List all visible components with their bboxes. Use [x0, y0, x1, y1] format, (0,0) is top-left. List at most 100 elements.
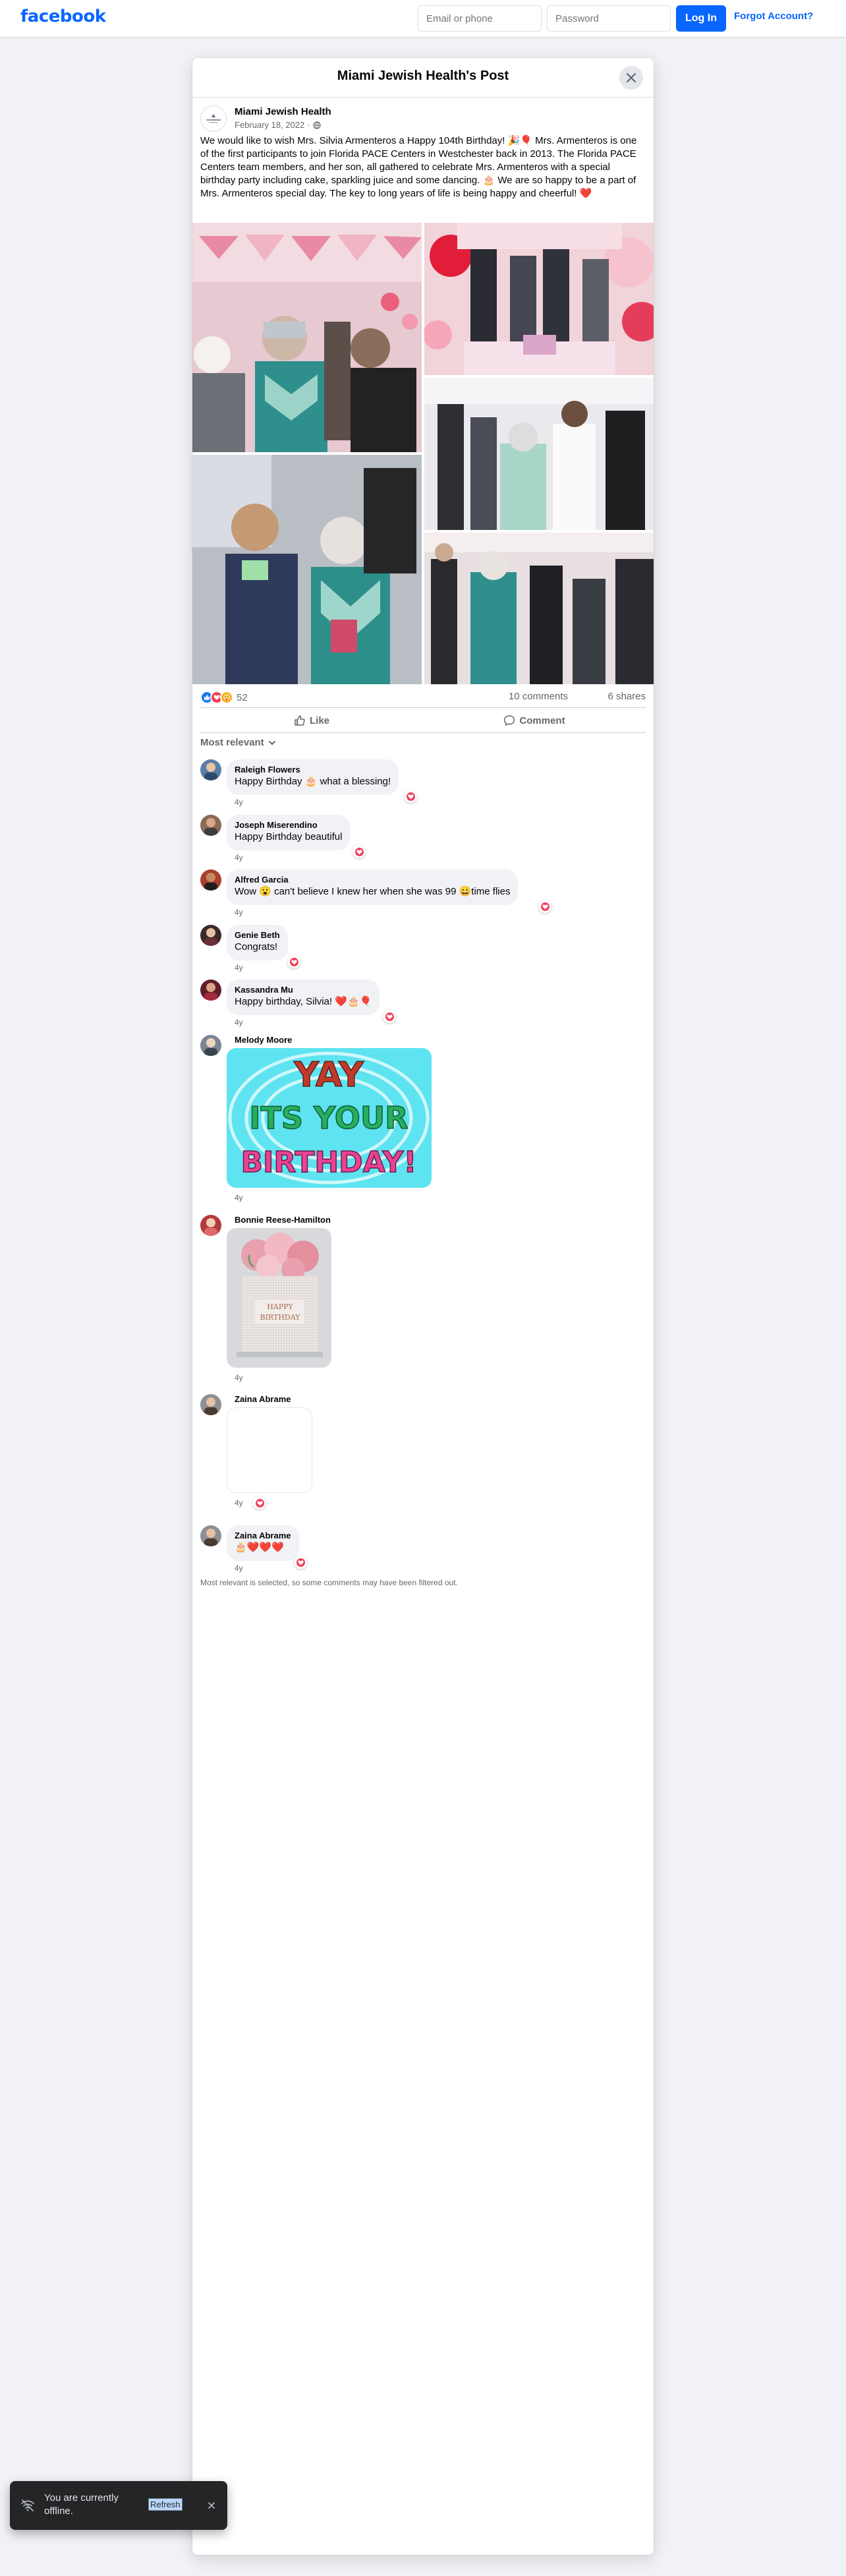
close-icon: [627, 73, 636, 82]
comment-item: Genie Beth Congrats! 4y: [200, 925, 635, 972]
forgot-account-link[interactable]: Forgot Account?: [734, 11, 813, 22]
comment-button[interactable]: Comment: [423, 709, 646, 732]
comment-author[interactable]: Alfred Garcia: [235, 875, 510, 885]
password-field[interactable]: [547, 5, 671, 32]
comment-author[interactable]: Zaina Abrame: [235, 1531, 291, 1541]
heart-reaction-icon[interactable]: [404, 790, 417, 803]
avatar[interactable]: [200, 869, 221, 891]
chevron-down-icon: [268, 740, 275, 745]
comment-sticker[interactable]: [227, 1407, 312, 1493]
comment-sort-dropdown[interactable]: Most relevant: [200, 737, 276, 748]
post-date[interactable]: February 18, 2022: [235, 120, 304, 130]
offline-message: You are currently offline.: [44, 2492, 119, 2517]
close-button[interactable]: [619, 66, 643, 90]
comment-bubble: Alfred Garcia Wow 😮 can't believe I knew…: [227, 869, 519, 905]
toast-close-button[interactable]: [204, 2498, 219, 2513]
comment-text: Happy Birthday 🎂 what a blessing!: [235, 776, 391, 787]
comment-bubble: Kassandra Mu Happy birthday, Silvia! ❤️🎂…: [227, 980, 380, 1015]
avatar[interactable]: [200, 925, 221, 946]
close-icon: [208, 2502, 215, 2509]
cake-image[interactable]: HAPPY BIRTHDAY: [227, 1228, 331, 1368]
comment-text: Happy Birthday beautiful: [235, 831, 343, 842]
login-button[interactable]: Log In: [676, 5, 726, 32]
photo-1[interactable]: [192, 223, 422, 452]
post-meta: February 18, 2022 ·: [235, 120, 321, 130]
comment-author[interactable]: Raleigh Flowers: [235, 765, 391, 775]
comment-bubble: Joseph Miserendino Happy Birthday beauti…: [227, 815, 351, 850]
comment-author[interactable]: Joseph Miserendino: [235, 820, 342, 831]
avatar[interactable]: [200, 980, 221, 1001]
avatar[interactable]: [200, 759, 221, 780]
comment-author[interactable]: Melody Moore: [227, 1035, 292, 1045]
dialog-header: Miami Jewish Health's Post: [192, 58, 654, 98]
comment-time[interactable]: 4y: [235, 1564, 243, 1573]
photo-3[interactable]: [424, 378, 654, 530]
comment-item: Zaina Abrame 🎂❤️❤️❤️ 4y: [200, 1525, 635, 1573]
post-dialog: Miami Jewish Health's Post Miami Jewish …: [192, 58, 654, 2555]
comment-author[interactable]: Kassandra Mu: [235, 985, 372, 995]
share-count[interactable]: 6 shares: [607, 691, 646, 702]
avatar[interactable]: [200, 1525, 221, 1546]
comment-text: Happy birthday, Silvia! ❤️🎂🎈: [235, 996, 372, 1007]
comment-text: Congrats!: [235, 941, 278, 952]
comment-time[interactable]: 4y: [235, 1018, 243, 1027]
heart-reaction-icon[interactable]: [253, 1496, 266, 1509]
heart-reaction-icon[interactable]: [383, 1010, 396, 1023]
reaction-count: 52: [237, 691, 248, 703]
like-label: Like: [309, 715, 329, 726]
birthday-gif-image: YAY ITS YOUR BIRTHDAY!: [227, 1048, 432, 1188]
comment-bubble: Zaina Abrame 🎂❤️❤️❤️: [227, 1525, 299, 1561]
comment-author[interactable]: Genie Beth: [235, 930, 280, 941]
avatar[interactable]: [200, 815, 221, 836]
wifi-off-icon: [21, 2500, 34, 2511]
comment-author[interactable]: Bonnie Reese-Hamilton: [227, 1215, 331, 1225]
avatar[interactable]: [200, 1215, 221, 1236]
comment-count[interactable]: 10 comments: [509, 691, 568, 702]
page-name[interactable]: Miami Jewish Health: [235, 106, 331, 117]
photo-5-image: [424, 533, 654, 684]
thumbs-up-icon: [295, 715, 305, 726]
comment-item: Raleigh Flowers Happy Birthday 🎂 what a …: [200, 759, 635, 807]
post-actions: Like Comment: [200, 709, 646, 733]
comment-icon: [504, 715, 515, 726]
page-avatar[interactable]: [200, 105, 227, 132]
photo-5[interactable]: [424, 533, 654, 684]
comment-label: Comment: [519, 715, 565, 726]
meta-dot: ·: [307, 120, 310, 130]
heart-reaction-icon[interactable]: [352, 845, 366, 858]
gif-line-1: YAY: [293, 1055, 364, 1095]
refresh-button[interactable]: Refresh: [148, 2498, 183, 2511]
comment-time[interactable]: 4y: [235, 908, 243, 917]
offline-toast: You are currently offline. Refresh: [10, 2481, 227, 2530]
like-button[interactable]: Like: [200, 709, 423, 732]
avatar[interactable]: [200, 1394, 221, 1415]
cake-text-1: HAPPY: [267, 1303, 293, 1311]
comment-time[interactable]: 4y: [235, 963, 243, 972]
comment-item: Alfred Garcia Wow 😮 can't believe I knew…: [200, 869, 635, 917]
email-field[interactable]: [418, 5, 542, 32]
reaction-summary[interactable]: 52: [200, 691, 248, 704]
comment-time[interactable]: 4y: [235, 1193, 243, 1202]
comment-author[interactable]: Zaina Abrame: [227, 1394, 291, 1404]
globe-icon: [312, 121, 321, 129]
comment-text: 🎂❤️❤️❤️: [235, 1542, 284, 1553]
comment-item: Bonnie Reese-Hamilton HAPPY BIRTHDAY 4y: [200, 1215, 635, 1385]
facebook-logo[interactable]: facebook: [20, 7, 106, 26]
heart-reaction-icon[interactable]: [294, 1556, 307, 1569]
comment-time[interactable]: 4y: [235, 1373, 243, 1382]
heart-reaction-icon[interactable]: [287, 955, 300, 968]
heart-reaction-icon[interactable]: [538, 900, 551, 913]
photo-1-image: [192, 223, 422, 452]
comment-time[interactable]: 4y: [235, 798, 243, 807]
comment-text: Wow 😮 can't believe I knew her when she …: [235, 886, 511, 897]
photo-4[interactable]: [192, 455, 422, 684]
photo-2[interactable]: [424, 223, 654, 375]
comment-time[interactable]: 4y: [235, 1498, 243, 1508]
photo-4-image: [192, 455, 422, 684]
photo-3-image: [424, 378, 654, 530]
avatar[interactable]: [200, 1035, 221, 1056]
cake-text-2: BIRTHDAY: [260, 1313, 300, 1322]
comment-item: Melody Moore YAY ITS YOUR BIRTHDAY! 4y: [200, 1035, 635, 1205]
comment-time[interactable]: 4y: [235, 853, 243, 862]
birthday-gif[interactable]: YAY ITS YOUR BIRTHDAY!: [227, 1048, 432, 1188]
